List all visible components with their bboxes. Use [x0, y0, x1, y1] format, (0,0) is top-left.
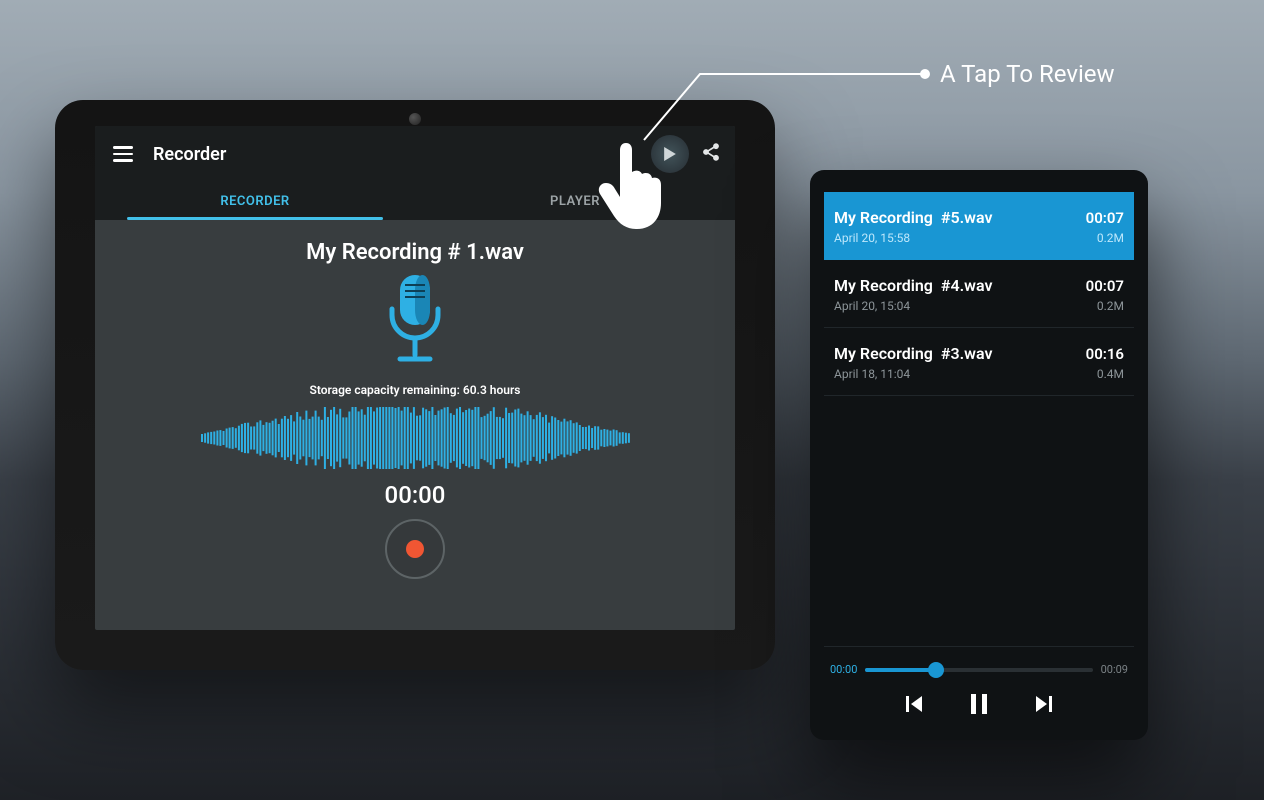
- recording-date: April 18, 11:04: [834, 367, 910, 381]
- microphone-icon: [378, 273, 452, 371]
- record-button[interactable]: [385, 519, 445, 579]
- callout-bullet-icon: [920, 69, 930, 79]
- playback-duration: 00:09: [1101, 663, 1128, 676]
- recording-date: April 20, 15:04: [834, 299, 910, 313]
- player-controls: 00:00 00:09: [824, 646, 1134, 726]
- tab-bar: RECORDER PLAYER: [95, 182, 735, 220]
- player-device: My Recording#5.wav 00:07 April 20, 15:58 0.…: [810, 170, 1148, 740]
- recording-name: My Recording#4.wav: [834, 276, 992, 295]
- recorder-panel: My Recording # 1.wav Storage capacity re…: [95, 220, 735, 630]
- play-icon: [663, 147, 677, 161]
- share-icon: [701, 142, 721, 162]
- list-item[interactable]: My Recording#3.wav 00:16 April 18, 11:04 0.…: [824, 328, 1134, 396]
- pause-icon: [968, 692, 990, 716]
- skip-previous-icon: [904, 694, 924, 714]
- play-review-button[interactable]: [651, 135, 689, 173]
- recording-duration: 00:07: [1086, 277, 1124, 295]
- callout: A Tap To Review: [920, 60, 1115, 88]
- tablet-screen: Recorder RE: [95, 126, 735, 630]
- recording-duration: 00:07: [1086, 209, 1124, 227]
- recording-size: 0.2M: [1097, 299, 1124, 313]
- recording-size: 0.2M: [1097, 231, 1124, 245]
- record-icon: [406, 540, 424, 558]
- callout-text: A Tap To Review: [940, 60, 1115, 88]
- recording-name: My Recording#3.wav: [834, 344, 992, 363]
- tablet-device: Recorder RE: [55, 100, 775, 670]
- recording-filename: My Recording # 1.wav: [306, 240, 524, 265]
- waveform-display: [200, 407, 630, 473]
- next-button[interactable]: [1034, 694, 1054, 714]
- recording-size: 0.4M: [1097, 367, 1124, 381]
- app-bar: Recorder: [95, 126, 735, 182]
- previous-button[interactable]: [904, 694, 924, 714]
- recording-date: April 20, 15:58: [834, 231, 910, 245]
- seek-thumb-icon: [928, 662, 944, 678]
- recording-name: My Recording#5.wav: [834, 208, 992, 227]
- playback-position: 00:00: [830, 663, 857, 676]
- skip-next-icon: [1034, 694, 1054, 714]
- recording-timer: 00:00: [385, 481, 446, 509]
- tab-recorder[interactable]: RECORDER: [95, 182, 415, 220]
- recording-duration: 00:16: [1086, 345, 1124, 363]
- pause-button[interactable]: [968, 692, 990, 716]
- list-item[interactable]: My Recording#4.wav 00:07 April 20, 15:04 0.…: [824, 260, 1134, 328]
- list-item[interactable]: My Recording#5.wav 00:07 April 20, 15:58 0.…: [824, 192, 1134, 260]
- app-title: Recorder: [153, 144, 226, 165]
- menu-icon[interactable]: [109, 142, 137, 166]
- storage-remaining: Storage capacity remaining: 60.3 hours: [310, 383, 521, 397]
- seek-slider[interactable]: [865, 668, 1092, 672]
- tab-player[interactable]: PLAYER: [415, 182, 735, 220]
- device-camera: [409, 113, 421, 125]
- recording-list: My Recording#5.wav 00:07 April 20, 15:58 0.…: [824, 192, 1134, 646]
- share-button[interactable]: [701, 142, 721, 166]
